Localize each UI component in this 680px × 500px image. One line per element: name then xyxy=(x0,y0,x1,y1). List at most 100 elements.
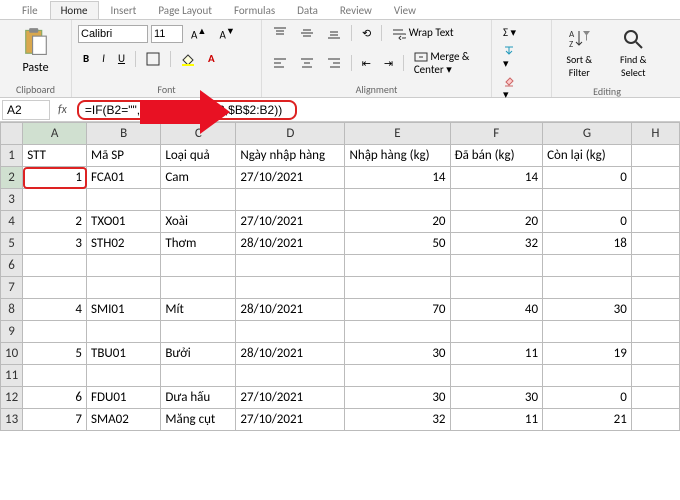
find-select-button[interactable]: Find & Select xyxy=(611,23,657,83)
cell[interactable] xyxy=(345,255,450,277)
fx-label[interactable]: fx xyxy=(52,103,73,117)
column-header-D[interactable]: D xyxy=(236,123,345,145)
cell[interactable]: 11 xyxy=(450,409,543,431)
cell[interactable] xyxy=(450,189,543,211)
cell[interactable]: Dưa hấu xyxy=(161,387,236,409)
column-header-G[interactable]: G xyxy=(543,123,632,145)
row-header[interactable]: 7 xyxy=(1,277,23,299)
cell[interactable] xyxy=(161,255,236,277)
fill-button[interactable]: ▾ xyxy=(498,42,520,73)
cell[interactable] xyxy=(161,321,236,343)
cell[interactable]: 4 xyxy=(23,299,87,321)
cell[interactable]: Còn lại (kg) xyxy=(543,145,632,167)
cell[interactable]: 50 xyxy=(345,233,450,255)
font-name-select[interactable] xyxy=(78,25,148,43)
tab-insert[interactable]: Insert xyxy=(101,2,147,19)
row-header[interactable]: 10 xyxy=(1,343,23,365)
cell[interactable] xyxy=(450,255,543,277)
cell[interactable]: Xoài xyxy=(161,211,236,233)
tab-review[interactable]: Review xyxy=(330,2,382,19)
cell[interactable] xyxy=(543,365,632,387)
cell[interactable]: 20 xyxy=(450,211,543,233)
cell[interactable] xyxy=(23,255,87,277)
cell[interactable] xyxy=(236,321,345,343)
cell[interactable] xyxy=(23,277,87,299)
autosum-button[interactable]: Σ ▾ xyxy=(498,23,521,42)
cell[interactable]: 11 xyxy=(450,343,543,365)
cell[interactable] xyxy=(345,365,450,387)
row-header[interactable]: 6 xyxy=(1,255,23,277)
row-header[interactable]: 5 xyxy=(1,233,23,255)
cell[interactable]: 30 xyxy=(345,343,450,365)
cell[interactable]: 14 xyxy=(345,167,450,189)
cell[interactable]: SMA02 xyxy=(87,409,161,431)
cell[interactable] xyxy=(631,167,679,189)
cell[interactable]: 7 xyxy=(23,409,87,431)
cell[interactable]: 27/10/2021 xyxy=(236,167,345,189)
align-right-button[interactable] xyxy=(322,53,346,73)
tab-formulas[interactable]: Formulas xyxy=(224,2,285,19)
sort-filter-button[interactable]: AZ Sort & Filter xyxy=(558,23,601,83)
row-header[interactable]: 4 xyxy=(1,211,23,233)
cell[interactable]: 14 xyxy=(450,167,543,189)
cell[interactable]: 30 xyxy=(450,387,543,409)
cell[interactable]: 32 xyxy=(345,409,450,431)
cell[interactable]: TXO01 xyxy=(87,211,161,233)
cell[interactable] xyxy=(631,343,679,365)
tab-page-layout[interactable]: Page Layout xyxy=(148,2,222,19)
align-top-button[interactable] xyxy=(268,23,292,43)
bold-button[interactable]: B xyxy=(78,49,94,68)
cell[interactable] xyxy=(631,365,679,387)
fill-color-button[interactable] xyxy=(176,49,200,69)
orientation-button[interactable]: ⟲ xyxy=(357,24,376,43)
cell[interactable] xyxy=(450,277,543,299)
cell[interactable]: 28/10/2021 xyxy=(236,299,345,321)
cell[interactable] xyxy=(236,189,345,211)
cell[interactable] xyxy=(631,321,679,343)
cell[interactable] xyxy=(23,189,87,211)
cell[interactable] xyxy=(450,321,543,343)
underline-button[interactable]: U xyxy=(113,49,130,68)
cell[interactable] xyxy=(87,365,161,387)
italic-button[interactable]: I xyxy=(97,49,110,68)
column-header-E[interactable]: E xyxy=(345,123,450,145)
cell[interactable]: 2 xyxy=(23,211,87,233)
cell[interactable] xyxy=(161,365,236,387)
cell[interactable]: 40 xyxy=(450,299,543,321)
cell[interactable] xyxy=(161,189,236,211)
align-middle-button[interactable] xyxy=(295,23,319,43)
cell[interactable] xyxy=(543,255,632,277)
select-all-corner[interactable] xyxy=(1,123,23,145)
cell[interactable]: 6 xyxy=(23,387,87,409)
cell[interactable] xyxy=(631,189,679,211)
cell[interactable]: Mã SP xyxy=(87,145,161,167)
cell[interactable] xyxy=(631,233,679,255)
row-header[interactable]: 12 xyxy=(1,387,23,409)
column-header-F[interactable]: F xyxy=(450,123,543,145)
cell[interactable] xyxy=(450,365,543,387)
cell[interactable]: 5 xyxy=(23,343,87,365)
cell[interactable]: TBU01 xyxy=(87,343,161,365)
column-header-B[interactable]: B xyxy=(87,123,161,145)
row-header[interactable]: 9 xyxy=(1,321,23,343)
tab-home[interactable]: Home xyxy=(50,1,99,19)
increase-indent-button[interactable]: ⇥ xyxy=(379,54,398,73)
cell[interactable] xyxy=(23,321,87,343)
font-color-button[interactable]: A xyxy=(203,49,220,68)
cell[interactable]: Nhập hàng (kg) xyxy=(345,145,450,167)
cell[interactable]: Đã bán (kg) xyxy=(450,145,543,167)
align-bottom-button[interactable] xyxy=(322,23,346,43)
cell[interactable]: Loại quả xyxy=(161,145,236,167)
row-header[interactable]: 8 xyxy=(1,299,23,321)
cell[interactable]: 28/10/2021 xyxy=(236,233,345,255)
decrease-indent-button[interactable]: ⇤ xyxy=(357,54,376,73)
cell[interactable]: 32 xyxy=(450,233,543,255)
cell[interactable]: 0 xyxy=(543,167,632,189)
cell[interactable]: Mít xyxy=(161,299,236,321)
cell[interactable] xyxy=(236,277,345,299)
cell[interactable]: 30 xyxy=(345,387,450,409)
column-header-H[interactable]: H xyxy=(631,123,679,145)
cell[interactable]: 19 xyxy=(543,343,632,365)
cell[interactable]: Cam xyxy=(161,167,236,189)
row-header[interactable]: 1 xyxy=(1,145,23,167)
